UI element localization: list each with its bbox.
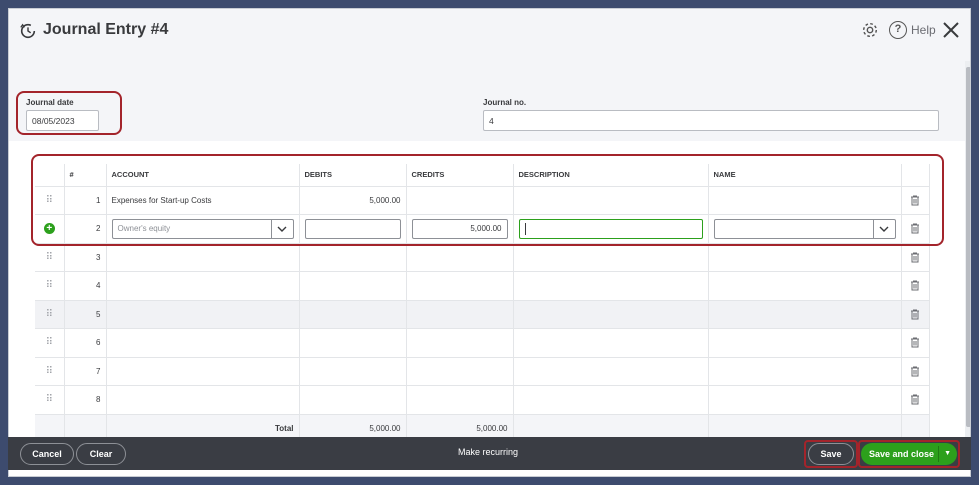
vertical-scrollbar[interactable]	[965, 61, 970, 447]
make-recurring-link[interactable]: Make recurring	[458, 447, 518, 457]
cancel-button[interactable]: Cancel	[20, 443, 74, 465]
journal-entry-window: Journal Entry #4 ? Help Journal date 08/…	[8, 8, 971, 477]
drag-handle-icon[interactable]: ⠿	[35, 357, 65, 386]
row-number: 7	[64, 357, 107, 386]
table-row[interactable]: ⠿ 4	[35, 271, 930, 301]
trash-icon[interactable]	[910, 394, 920, 405]
table-row[interactable]: ⠿ 7	[35, 357, 930, 386]
help-icon[interactable]: ?	[889, 21, 907, 39]
help-link[interactable]: Help	[911, 23, 936, 37]
drag-handle-icon[interactable]: ⠿	[35, 385, 65, 415]
drag-handle-icon[interactable]: ⠿	[35, 328, 65, 358]
table-row[interactable]: ⠿ 6	[35, 328, 930, 358]
footer-toolbar: Cancel Clear Make recurring Save Save an…	[8, 437, 971, 470]
trash-icon[interactable]	[910, 309, 920, 320]
journal-date-highlight	[16, 91, 122, 135]
lines-highlight	[31, 154, 944, 246]
title-bar: Journal Entry #4 ? Help	[9, 9, 970, 53]
row-number: 6	[64, 328, 107, 358]
trash-icon[interactable]	[910, 252, 920, 263]
table-row[interactable]: ⠿ 3	[35, 243, 930, 272]
save-highlight	[804, 440, 858, 468]
page-title: Journal Entry #4	[43, 21, 169, 38]
table-row[interactable]: ⠿ 5	[35, 300, 930, 329]
trash-icon[interactable]	[910, 337, 920, 348]
clear-button[interactable]: Clear	[76, 443, 126, 465]
row-number: 4	[64, 271, 107, 301]
save-close-highlight	[858, 440, 960, 468]
row-number: 5	[64, 300, 107, 329]
close-icon[interactable]	[941, 20, 961, 40]
trash-icon[interactable]	[910, 280, 920, 291]
journal-no-label: Journal no.	[483, 98, 527, 107]
trash-icon[interactable]	[910, 366, 920, 377]
drag-handle-icon[interactable]: ⠿	[35, 300, 65, 329]
scrollbar-thumb[interactable]	[966, 67, 970, 427]
gear-icon[interactable]	[861, 21, 879, 39]
row-number: 3	[64, 243, 107, 272]
recent-history-icon[interactable]	[19, 22, 37, 40]
drag-handle-icon[interactable]: ⠿	[35, 243, 65, 272]
journal-no-input[interactable]: 4	[483, 110, 939, 131]
row-number: 8	[64, 385, 107, 415]
drag-handle-icon[interactable]: ⠿	[35, 271, 65, 301]
table-row[interactable]: ⠿ 8	[35, 385, 930, 415]
